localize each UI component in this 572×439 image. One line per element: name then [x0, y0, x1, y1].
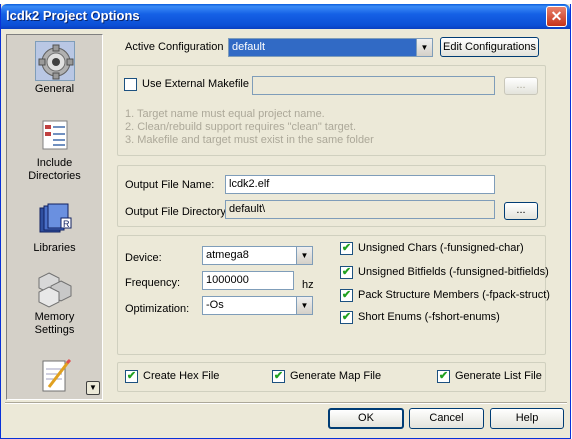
- makefile-note: 3. Makefile and target must exist in the…: [125, 134, 374, 146]
- sidebar-item-label: General: [34, 83, 75, 95]
- active-configuration-select[interactable]: default ▼: [228, 38, 433, 57]
- active-configuration-label: Active Configuration: [125, 41, 224, 53]
- unsigned-chars-checkbox[interactable]: ✔: [340, 242, 353, 255]
- frequency-field[interactable]: 1000000: [202, 271, 294, 290]
- edit-configurations-button[interactable]: Edit Configurations: [440, 37, 539, 57]
- makefile-note: 1. Target name must equal project name.: [125, 108, 325, 120]
- device-label: Device:: [125, 252, 162, 264]
- pack-structure-members-label: Pack Structure Members (-fpack-struct): [358, 289, 550, 301]
- title-bar: lcdk2 Project Options ✕: [1, 4, 570, 29]
- footer-divider: [5, 402, 567, 404]
- device-select[interactable]: atmega8 ▼: [202, 246, 313, 265]
- unsigned-bitfields-label: Unsigned Bitfields (-funsigned-bitfields…: [358, 266, 549, 278]
- sidebar-item-label: Memory: [34, 311, 75, 323]
- window-title: lcdk2 Project Options: [6, 8, 140, 23]
- short-enums-label: Short Enums (-fshort-enums): [358, 311, 500, 323]
- sidebar-item-label: Libraries: [33, 242, 76, 254]
- sidebar-item-include-directories[interactable]: Include Directories: [7, 115, 102, 183]
- generate-list-file-label: Generate List File: [455, 370, 542, 382]
- output-file-directory-field[interactable]: default\: [225, 200, 495, 219]
- frequency-unit: hz: [302, 279, 314, 291]
- cancel-button[interactable]: Cancel: [409, 408, 484, 429]
- chevron-down-icon: ▼: [296, 297, 312, 314]
- device-value: atmega8: [206, 249, 249, 261]
- output-file-name-field[interactable]: lcdk2.elf: [225, 175, 495, 194]
- generate-map-file-checkbox[interactable]: ✔: [272, 370, 285, 383]
- pack-structure-members-checkbox[interactable]: ✔: [340, 289, 353, 302]
- chevron-down-icon: ▼: [416, 39, 432, 56]
- sidebar-item-general[interactable]: General: [7, 41, 102, 96]
- output-directory-browse-button[interactable]: ...: [504, 202, 538, 220]
- svg-text:R: R: [63, 219, 70, 229]
- close-button[interactable]: ✕: [546, 6, 567, 27]
- create-hex-file-label: Create Hex File: [143, 370, 220, 382]
- sidebar-item-label: Include: [36, 157, 73, 169]
- gear-icon: [34, 41, 75, 81]
- project-options-dialog: lcdk2 Project Options ✕ General Include …: [0, 4, 571, 439]
- short-enums-checkbox[interactable]: ✔: [340, 311, 353, 324]
- books-icon: R: [35, 200, 75, 240]
- optimization-select[interactable]: -Os ▼: [202, 296, 313, 315]
- cubes-icon: [35, 269, 75, 309]
- frequency-label: Frequency:: [125, 277, 181, 289]
- folder-list-icon: [35, 115, 75, 155]
- unsigned-bitfields-checkbox[interactable]: ✔: [340, 266, 353, 279]
- create-hex-file-checkbox[interactable]: ✔: [125, 370, 138, 383]
- category-sidebar: General Include Directories R Libraries …: [6, 34, 103, 400]
- ok-button[interactable]: OK: [328, 408, 404, 429]
- use-external-makefile-label: Use External Makefile: [142, 78, 249, 90]
- output-file-name-label: Output File Name:: [125, 179, 215, 191]
- optimization-value: -Os: [206, 299, 224, 311]
- output-file-directory-label: Output File Directory:: [125, 206, 229, 218]
- optimization-label: Optimization:: [125, 303, 190, 315]
- generate-map-file-label: Generate Map File: [290, 370, 382, 382]
- makefile-note: 2. Clean/rebuild support requires "clean…: [125, 121, 356, 133]
- makefile-browse-button[interactable]: ...: [504, 77, 538, 95]
- sidebar-item-memory-settings[interactable]: Memory Settings: [7, 269, 102, 337]
- use-external-makefile-checkbox[interactable]: [124, 78, 137, 91]
- sidebar-item-label: Settings: [34, 324, 75, 336]
- help-button[interactable]: Help: [490, 408, 564, 429]
- active-configuration-value: default: [232, 41, 266, 53]
- sidebar-item-label: Directories: [28, 170, 81, 182]
- sidebar-scroll-down-button[interactable]: ▼: [86, 381, 100, 395]
- sidebar-item-libraries[interactable]: R Libraries: [7, 200, 102, 255]
- notepad-icon: [35, 355, 75, 395]
- makefile-path-field[interactable]: [252, 76, 495, 95]
- generate-list-file-checkbox[interactable]: ✔: [437, 370, 450, 383]
- chevron-down-icon: ▼: [296, 247, 312, 264]
- unsigned-chars-label: Unsigned Chars (-funsigned-char): [358, 242, 524, 254]
